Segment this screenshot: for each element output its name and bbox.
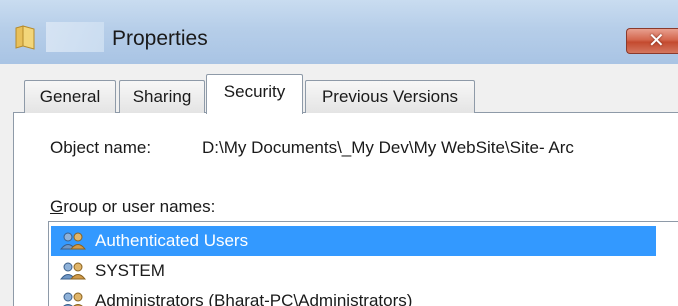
- close-icon: ✕: [648, 30, 665, 52]
- tab-sharing[interactable]: Sharing: [119, 80, 205, 113]
- object-name-label: Object name:: [50, 138, 152, 157]
- title-redacted-area: [46, 22, 104, 52]
- tab-general[interactable]: General: [24, 80, 116, 113]
- group-label-text: roup or user names:: [63, 197, 216, 216]
- list-item-administrators[interactable]: Administrators (Bharat-PC\Administrators…: [51, 286, 656, 306]
- close-button[interactable]: ✕: [626, 28, 678, 54]
- group-user-names-label: Group or user names:: [50, 195, 215, 219]
- list-item-label: Administrators (Bharat-PC\Administrators…: [95, 291, 413, 306]
- tab-previous-versions[interactable]: Previous Versions: [305, 80, 475, 113]
- properties-window: Properties ✕ General Sharing Security Pr…: [0, 0, 678, 306]
- group-user-listbox[interactable]: Authenticated Users SYSTEM Administrator…: [48, 221, 678, 306]
- list-item-authenticated-users[interactable]: Authenticated Users: [51, 226, 656, 256]
- tab-security[interactable]: Security: [206, 74, 303, 114]
- users-icon: [59, 232, 87, 250]
- list-item-system[interactable]: SYSTEM: [51, 256, 656, 286]
- access-key-underline: G: [50, 197, 64, 216]
- list-item-label: Authenticated Users: [95, 231, 249, 250]
- folder-icon: [15, 25, 35, 50]
- users-icon: [63, 292, 83, 306]
- object-name-value: D:\My Documents\_My Dev\My WebSite\Site-…: [202, 138, 574, 157]
- users-icon: [59, 262, 87, 280]
- list-item-label: SYSTEM: [95, 261, 165, 280]
- window-title: Properties: [112, 27, 208, 50]
- title-bar[interactable]: Properties ✕: [0, 0, 678, 64]
